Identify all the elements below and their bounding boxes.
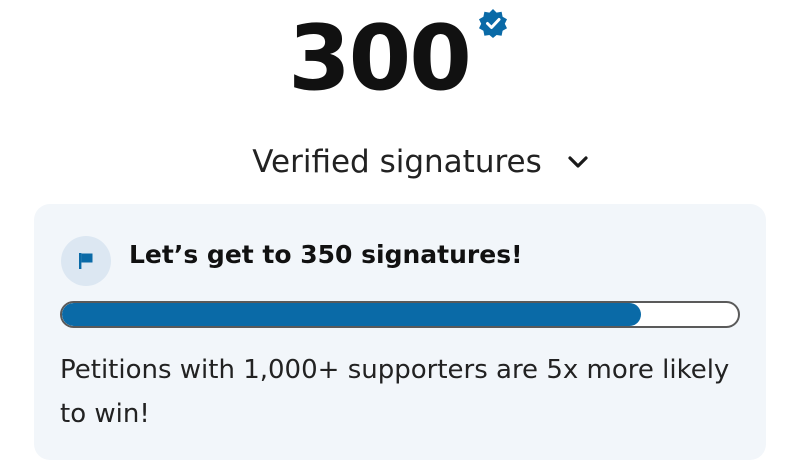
verified-badge-icon: [479, 9, 507, 38]
flag-icon: [79, 253, 93, 269]
progress-bar-fill: [62, 303, 642, 326]
signature-count: 300: [288, 6, 472, 111]
verified-signatures-toggle[interactable]: Verified signatures: [0, 140, 800, 184]
goal-title: Let’s get to 350 signatures!: [129, 240, 523, 269]
verified-signatures-label: Verified signatures: [252, 144, 542, 180]
flag-icon-circle: [61, 236, 111, 286]
signature-progress-bar: [60, 301, 740, 328]
signature-count-section: 300: [0, 6, 800, 116]
signature-goal-card: Let’s get to 350 signatures! Petitions w…: [34, 204, 766, 460]
chevron-down-icon: [568, 156, 588, 168]
supporters-info-text: Petitions with 1,000+ supporters are 5x …: [60, 355, 730, 429]
